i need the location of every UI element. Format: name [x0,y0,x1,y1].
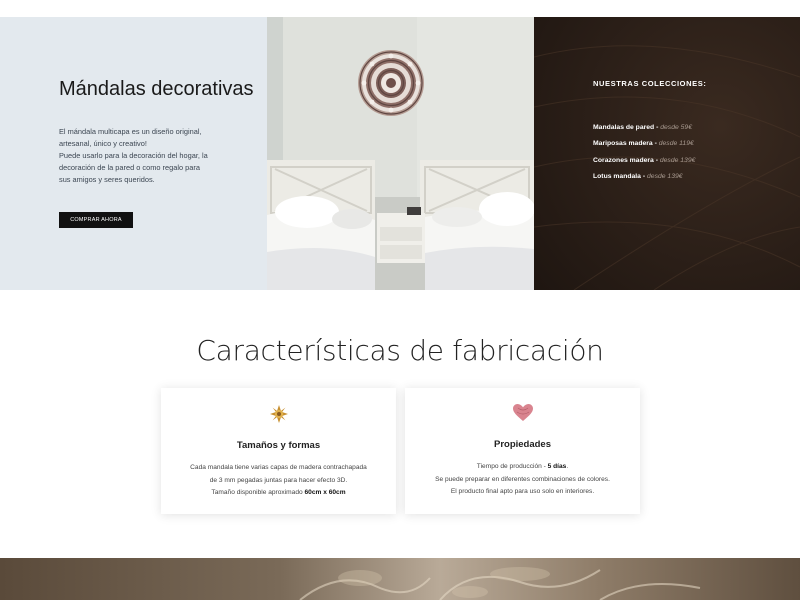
hero-title: Mándalas decorativas [59,78,254,100]
collection-item[interactable]: Corazones madera - desde 139€ [593,153,695,169]
collections-panel: NUESTRAS COLECCIONES: Mandalas de pared … [534,17,800,290]
feature-description: Tiempo de producción - 5 días. Se puede … [405,461,640,499]
hero-section: Mándalas decorativas El mándala multicap… [0,17,800,290]
mandala-icon [269,404,289,429]
collection-name: Mariposas madera [593,140,653,148]
hero-description: El mándala multicapa es un diseño origin… [59,126,209,186]
collection-price: desde 59€ [660,124,692,131]
collection-name: Mandalas de pared [593,124,655,131]
feature-heading: Tamaños y formas [236,440,321,451]
collection-price: desde 139€ [647,173,683,181]
collection-name: Lotus mandala [593,173,641,181]
feature-card-sizes: Tamaños y formas Cada mandala tiene vari… [161,388,396,514]
collection-price: desde 139€ [659,156,696,164]
collection-name: Corazones madera [593,156,654,164]
buy-now-button[interactable]: COMPRAR AHORA [59,212,133,228]
feature-text-line: El producto final apto para uso solo en … [450,488,595,495]
feature-text-line: Tiempo de producción - 5 días. [405,461,640,474]
feature-text-line: Se puede preparar en diferentes combinac… [435,475,610,483]
feature-heading: Propiedades [493,439,552,450]
collections-heading: NUESTRAS COLECCIONES: [593,79,707,88]
feature-text-suffix: . [566,463,569,470]
left-bed [267,196,375,290]
feature-text-bold: 5 días [547,463,567,470]
collection-item[interactable]: Lotus mandala - desde 139€ [593,169,695,185]
nightstand [377,207,425,263]
feature-text-prefix: Tiempo de producción - [476,463,548,470]
collection-separator: - [642,173,646,181]
feature-card-properties: Propiedades Tiempo de producción - 5 día… [405,388,640,514]
collection-separator: - [655,156,658,164]
feature-text-bold: 60cm x 60cm [304,489,346,496]
feature-text-line: Cada mandala tiene varias capas de mader… [190,464,367,471]
carving-pattern [299,567,701,600]
collection-separator: - [656,124,659,131]
bottom-wood-carving-banner [0,558,800,600]
collection-separator: - [654,140,657,148]
feature-text-prefix: Tamaño disponible aproximado [211,489,305,496]
hero-description-line-1: El mándala multicapa es un diseño origin… [59,127,202,148]
wall-mandala [358,50,424,116]
bedroom-photo [267,17,534,290]
feature-description: Cada mandala tiene varias capas de mader… [161,462,396,500]
feature-text-line: Tamaño disponible aproximado 60cm x 60cm [161,487,396,500]
hero-intro-panel: Mándalas decorativas El mándala multicap… [0,17,267,290]
collection-price: desde 119€ [658,140,694,148]
hero-description-line-2: Puede usarlo para la decoración del hoga… [59,151,208,184]
bedroom-photo-illustration [267,17,534,290]
collection-item[interactable]: Mandalas de pared - desde 59€ [593,120,695,136]
collection-item[interactable]: Mariposas madera - desde 119€ [593,136,695,152]
features-title: Características de fabricación [196,334,604,367]
heart-icon [512,404,533,427]
collections-list: Mandalas de pared - desde 59€ Mariposas … [593,120,695,186]
feature-text-line: de 3 mm pegadas juntas para hacer efecto… [209,476,348,484]
